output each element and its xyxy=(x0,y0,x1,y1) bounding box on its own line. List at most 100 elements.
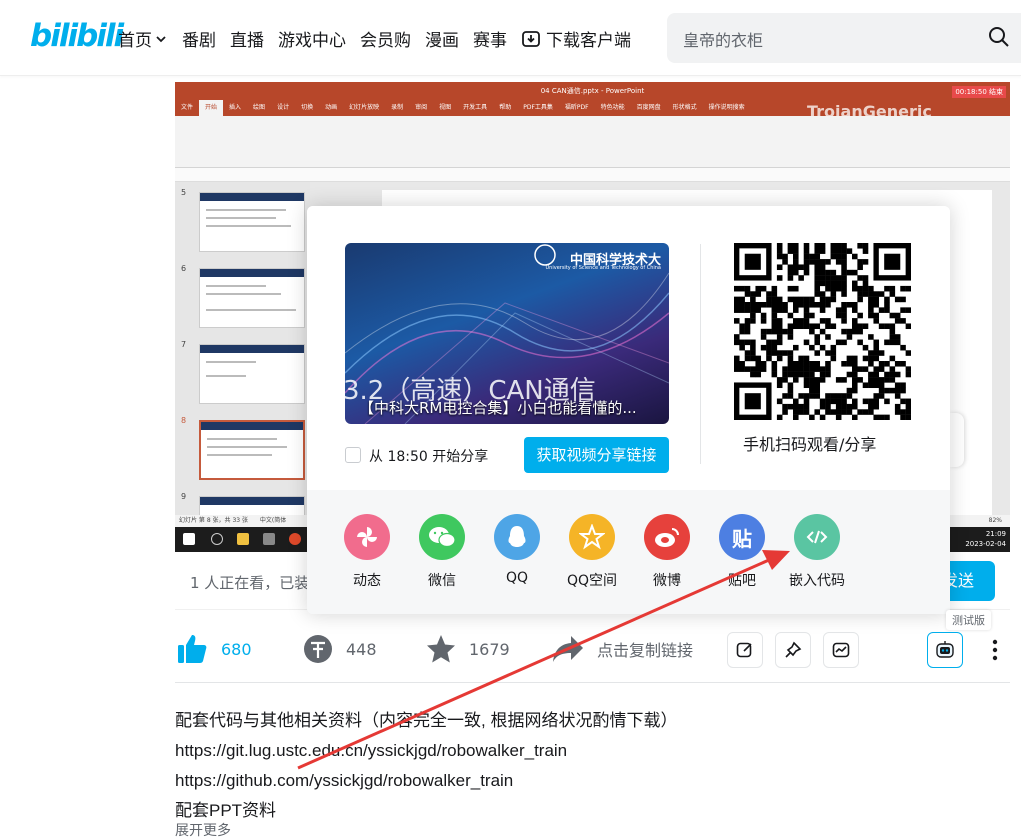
share-tieba[interactable]: 贴 贴吧 xyxy=(707,514,777,590)
nav-home[interactable]: 首页 xyxy=(118,26,168,51)
clock-date: 2023-02-04 xyxy=(965,540,1006,548)
coin-icon xyxy=(304,635,332,663)
nav-download-client[interactable]: 下载客户端 xyxy=(521,26,631,51)
favorite-button[interactable]: 1679 xyxy=(425,625,510,673)
share-qq[interactable]: QQ xyxy=(482,514,552,586)
qq-icon xyxy=(494,514,540,560)
pp-ribbon xyxy=(175,116,1010,168)
thumbs-up-icon xyxy=(178,635,207,663)
pp-tab: 幻灯片放映 xyxy=(349,104,380,111)
clock-time: 21:09 xyxy=(985,530,1006,538)
ustc-subtitle: University of Science and Technology of … xyxy=(545,265,661,271)
share-label: 微信 xyxy=(428,573,456,589)
recording-time: 00:18:50 结束 xyxy=(952,86,1006,98)
pp-tab: 审阅 xyxy=(415,104,428,111)
desc-line: 配套PPT资料 xyxy=(175,801,277,818)
pp-tab: 百度网盘 xyxy=(636,104,661,111)
tieba-icon: 贴 xyxy=(719,514,765,560)
pp-tab: 福昕PDF xyxy=(564,104,589,111)
dynamic-icon xyxy=(344,514,390,560)
main-nav: 首页 番剧 直播 游戏中心 会员购 漫画 赛事 下载客户端 xyxy=(118,26,645,51)
pp-tab: 切换 xyxy=(301,104,314,111)
share-qzone[interactable]: QQ空间 xyxy=(557,514,627,590)
chrome-icon xyxy=(289,533,301,545)
more-icon[interactable] xyxy=(987,637,1003,663)
video-cover: 中国科学技术大 University of Science and Techno… xyxy=(345,243,669,424)
copy-link-label: 点击复制链接 xyxy=(597,641,694,660)
bilibili-logo[interactable]: bilibili xyxy=(30,18,124,54)
share-targets: 动态 微信 QQ QQ空间 微博 贴 贴吧 嵌入代码 xyxy=(307,490,950,614)
share-label: QQ空间 xyxy=(566,573,618,589)
viewer-count: 1 人正在看，已装 xyxy=(190,574,310,592)
nav-game-center[interactable]: 游戏中心 xyxy=(278,26,346,51)
weibo-icon xyxy=(644,514,690,560)
share-weibo[interactable]: 微博 xyxy=(632,514,702,590)
slide-number: 6 xyxy=(181,264,187,273)
pp-tab: 形状格式 xyxy=(672,104,697,111)
share-wechat[interactable]: 微信 xyxy=(407,514,477,590)
slide-number: 5 xyxy=(181,188,187,197)
share-embed-code[interactable]: 嵌入代码 xyxy=(782,514,852,590)
wechat-icon xyxy=(419,514,465,560)
search-icon[interactable] xyxy=(987,25,1011,49)
qzone-icon xyxy=(569,514,615,560)
edit-icon xyxy=(736,642,752,658)
search-box[interactable]: 皇帝的衣柜 xyxy=(667,13,1021,63)
favorite-count: 1679 xyxy=(469,639,510,659)
ai-assistant-button[interactable] xyxy=(927,632,963,668)
get-share-link-button[interactable]: 获取视频分享链接 xyxy=(524,437,669,473)
share-popup-top: 中国科学技术大 University of Science and Techno… xyxy=(307,206,950,490)
nav-vip-shop[interactable]: 会员购 xyxy=(360,26,411,51)
pin-button[interactable] xyxy=(775,632,811,668)
nav-live[interactable]: 直播 xyxy=(230,26,264,51)
slide-thumb-selected xyxy=(199,420,305,480)
nav-download-label: 下载客户端 xyxy=(546,31,631,51)
like-count: 680 xyxy=(221,639,252,659)
desc-line: 配套代码与其他相关资料（内容完全一致, 根据网络状况酌情下载） xyxy=(175,711,678,730)
pp-tab: PDF工具集 xyxy=(523,104,553,111)
start-time-label: 从 18:50 开始分享 xyxy=(369,449,489,465)
start-time-checkbox[interactable] xyxy=(345,447,361,463)
gear-icon xyxy=(263,533,275,545)
coin-count: 448 xyxy=(346,639,377,659)
coin-button[interactable]: 448 xyxy=(302,625,377,673)
pp-tab: 操作说明搜索 xyxy=(708,104,745,111)
slide-number: 8 xyxy=(181,416,187,425)
side-collapse-tab[interactable] xyxy=(950,413,964,467)
pp-title-bar: 04 CAN通信.pptx - PowerPoint xyxy=(175,82,1010,100)
share-dynamic[interactable]: 动态 xyxy=(332,514,402,590)
desc-link[interactable]: https://github.com/yssickjgd/robowalker_… xyxy=(175,766,995,796)
video-title: 【中科大RM电控合集】小白也能看懂的... xyxy=(359,399,637,417)
clock: 21:09 2023-02-04 xyxy=(965,529,1006,549)
nav-manga[interactable]: 漫画 xyxy=(425,26,459,51)
video-description: 配套代码与其他相关资料（内容完全一致, 根据网络状况酌情下载） https://… xyxy=(175,706,995,818)
pp-tab: 文件 xyxy=(181,104,194,111)
pp-tab: 视图 xyxy=(439,104,452,111)
pp-tab: 设计 xyxy=(277,104,290,111)
pp-tab: 插入 xyxy=(229,104,242,111)
nav-anime[interactable]: 番剧 xyxy=(182,26,216,51)
expand-more-button[interactable]: 展开更多 xyxy=(175,820,231,840)
share-arrow-icon xyxy=(553,636,583,662)
embed-code-icon xyxy=(794,514,840,560)
search-input[interactable]: 皇帝的衣柜 xyxy=(683,27,763,51)
pp-tab: 绘图 xyxy=(253,104,266,111)
note-button[interactable] xyxy=(727,632,763,668)
windows-icon xyxy=(183,533,195,545)
stats-button[interactable] xyxy=(823,632,859,668)
nav-home-label: 首页 xyxy=(118,31,152,51)
nav-esports[interactable]: 赛事 xyxy=(473,26,507,51)
video-toolbar: 680 448 1679 点击复制链接 xyxy=(175,625,1010,675)
download-icon xyxy=(522,30,540,47)
divider xyxy=(700,244,701,464)
slide-thumb xyxy=(199,344,305,404)
desc-link[interactable]: https://git.lug.ustc.edu.cn/yssickjgd/ro… xyxy=(175,736,995,766)
share-label: QQ xyxy=(505,570,529,586)
like-button[interactable]: 680 xyxy=(175,625,252,673)
ustc-seal xyxy=(534,244,556,266)
slide-number: 7 xyxy=(181,340,187,349)
slide-thumb xyxy=(199,496,305,516)
share-popup: 中国科学技术大 University of Science and Techno… xyxy=(307,206,950,614)
chart-icon xyxy=(832,642,850,658)
share-button[interactable]: 点击复制链接 xyxy=(551,625,693,673)
